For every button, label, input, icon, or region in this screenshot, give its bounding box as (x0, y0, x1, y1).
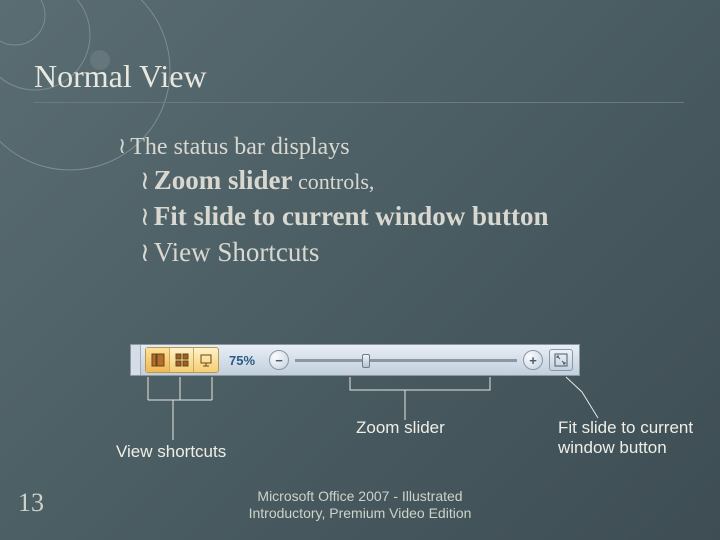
slideshow-button[interactable] (194, 348, 218, 372)
bullet-icon: ≀ (140, 200, 150, 234)
label-zoom-slider: Zoom slider (356, 418, 445, 438)
zoom-in-button[interactable]: + (523, 350, 543, 370)
bullet-icon: ≀ (140, 236, 150, 270)
bullet-text: View Shortcuts (154, 236, 320, 270)
zoom-percent[interactable]: 75% (229, 353, 255, 368)
zoom-track[interactable] (295, 359, 517, 362)
slide-title: Normal View (34, 58, 207, 95)
label-fit-window: Fit slide to current window button (558, 418, 713, 457)
bullet-icon: ≀ (118, 132, 126, 161)
zoom-out-button[interactable]: − (269, 350, 289, 370)
bullet-text: The status bar displays (130, 132, 349, 162)
title-underline (34, 102, 684, 103)
statusbar-edge (131, 345, 141, 375)
statusbar-mock: 75% − + (130, 344, 580, 376)
view-shortcuts-group (145, 347, 219, 373)
bullet-icon: ≀ (140, 164, 150, 198)
zoom-slider: − + (269, 350, 543, 370)
zoom-thumb[interactable] (362, 354, 370, 368)
bullet-text: Fit slide to current window button (154, 200, 549, 234)
normal-view-button[interactable] (146, 348, 170, 372)
slide-sorter-button[interactable] (170, 348, 194, 372)
body-content: ≀ The status bar displays ≀ Zoom slider … (118, 132, 658, 271)
bullet-text: Zoom slider controls, (154, 164, 375, 198)
footer-text: Microsoft Office 2007 - IllustratedIntro… (0, 488, 720, 522)
fit-to-window-button[interactable] (549, 349, 573, 371)
label-view-shortcuts: View shortcuts (116, 442, 226, 462)
